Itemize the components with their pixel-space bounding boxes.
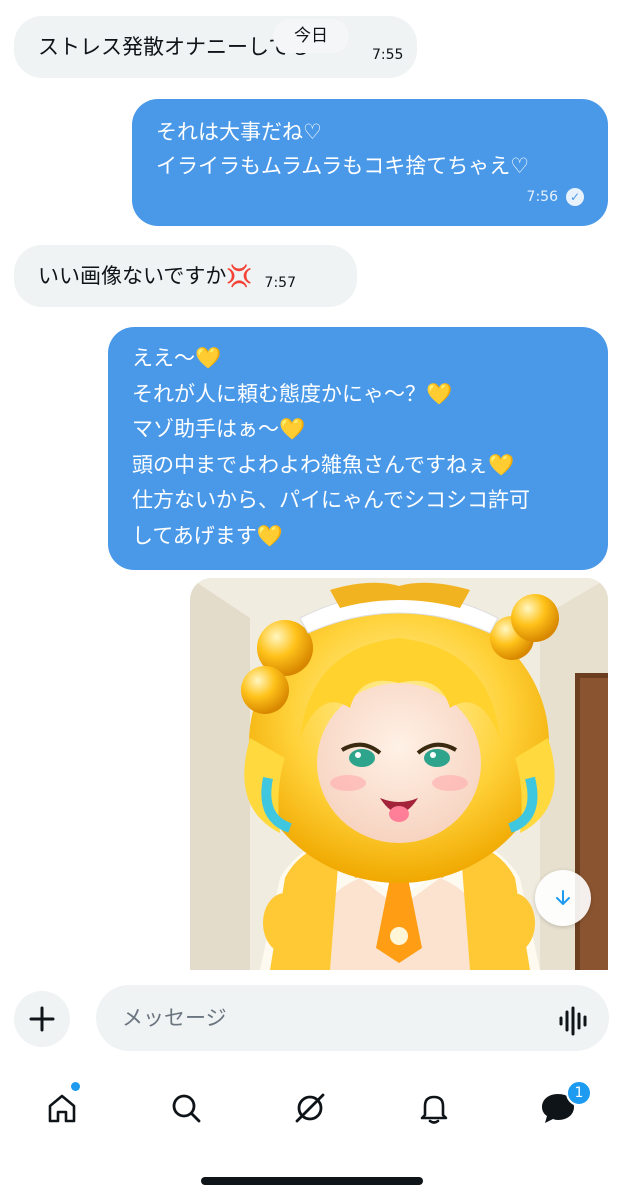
- message-time: 7:57: [264, 275, 296, 291]
- arrow-down-icon: [556, 890, 570, 905]
- search-icon: [172, 1094, 201, 1123]
- plus-icon: [29, 1006, 55, 1032]
- home-notification-dot: [71, 1082, 80, 1091]
- message-input-placeholder: メッセージ: [122, 1006, 227, 1030]
- tab-home[interactable]: [42, 1088, 82, 1128]
- grok-icon: [295, 1093, 325, 1123]
- message-bubble-incoming[interactable]: ストレス発散オナニーしてる 7:55: [14, 16, 417, 78]
- waveform-icon: [559, 1006, 587, 1036]
- message-bubble-outgoing[interactable]: ええ〜💛 それが人に頼む態度かにゃ〜？💛 マゾ助手はぁ〜💛 頭の中までよわよわ雑…: [108, 327, 608, 570]
- bell-icon: [420, 1095, 448, 1124]
- message-text: いい画像ないですか💢: [38, 264, 253, 288]
- scroll-to-bottom-button[interactable]: [535, 870, 591, 926]
- message-time: 7:56: [526, 189, 558, 205]
- message-bubble-incoming[interactable]: いい画像ないですか💢 7:57: [14, 245, 357, 307]
- tab-search[interactable]: [166, 1088, 206, 1128]
- date-divider: 今日: [273, 19, 349, 53]
- message-time: 7:55: [372, 47, 404, 63]
- message-text: ストレス発散オナニーしてる: [38, 35, 311, 59]
- home-indicator: [201, 1177, 423, 1185]
- tab-notifications[interactable]: [414, 1088, 454, 1128]
- add-media-button[interactable]: [14, 991, 70, 1047]
- read-check-icon: ✓: [566, 188, 584, 206]
- home-icon: [48, 1094, 76, 1123]
- message-bubble-outgoing[interactable]: それは大事だね♡ イライラもムラムラもコキ捨てちゃえ♡ 7:56 ✓: [132, 99, 608, 226]
- message-text: それは大事だね♡ イライラもムラムラもコキ捨てちゃえ♡: [156, 120, 530, 178]
- tab-grok[interactable]: [290, 1088, 330, 1128]
- voice-message-button[interactable]: [557, 1006, 591, 1040]
- messages-badge: 1: [566, 1080, 592, 1106]
- message-input[interactable]: メッセージ: [96, 985, 609, 1051]
- message-text: ええ〜💛 それが人に頼む態度かにゃ〜？💛 マゾ助手はぁ〜💛 頭の中までよわよわ雑…: [132, 346, 530, 548]
